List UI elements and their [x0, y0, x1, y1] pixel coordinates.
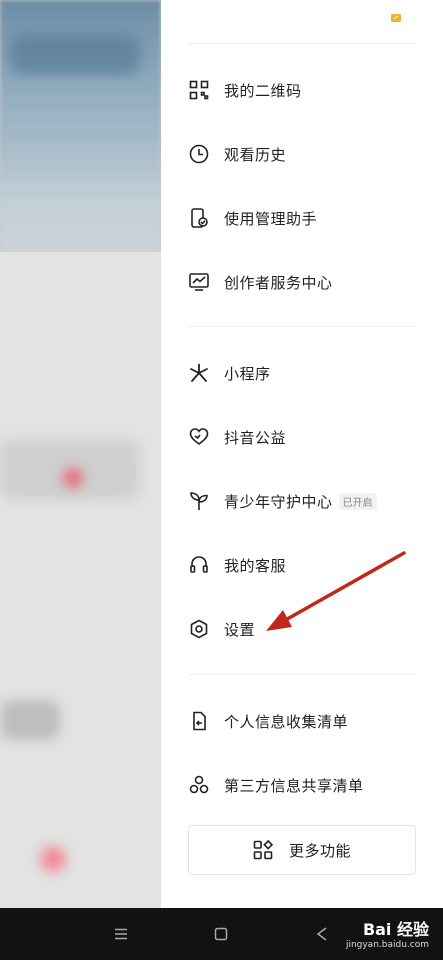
menu-item-customer-service[interactable]: 我的客服	[188, 545, 418, 585]
more-features-button[interactable]: 更多功能	[188, 825, 416, 875]
menu-item-label: 我的二维码	[224, 81, 302, 100]
menu-item-label: 小程序	[224, 364, 271, 383]
menu-item-usage-assistant[interactable]: 使用管理助手	[188, 198, 418, 238]
watermark-title: Bai 经验	[362, 920, 429, 939]
back-icon[interactable]	[310, 922, 334, 946]
menu-item-settings[interactable]: 设置	[188, 609, 418, 649]
grid-apps-icon	[253, 840, 273, 860]
menu-item-label: 创作者服务中心	[224, 273, 333, 292]
sprout-icon	[188, 490, 210, 512]
background-content	[0, 0, 161, 908]
menu-item-mini-program[interactable]: 小程序	[188, 353, 418, 393]
background-badge-blur	[63, 468, 83, 488]
menu-item-watch-history[interactable]: 观看历史	[188, 134, 418, 174]
divider	[188, 674, 416, 675]
background-blur-shape	[10, 35, 140, 75]
menu-item-label: 第三方信息共享清单	[224, 776, 364, 795]
menu-item-teen-guard[interactable]: 青少年守护中心 已开启	[188, 481, 418, 521]
menu-item-label: 个人信息收集清单	[224, 712, 349, 731]
side-drawer: 我的二维码 观看历史 使用管理助手 创作者服务中心 小程序 抖音公益 青少年守护…	[161, 0, 443, 908]
menu-item-label: 青少年守护中心	[224, 492, 333, 511]
phone-check-icon	[188, 207, 210, 229]
divider	[188, 326, 416, 327]
document-arrow-icon	[188, 710, 210, 732]
note-icon	[391, 14, 401, 22]
menu-icon[interactable]	[109, 922, 133, 946]
background-badge-blur	[40, 846, 66, 872]
qr-code-icon	[188, 79, 210, 101]
menu-item-label: 设置	[224, 620, 256, 639]
share-circles-icon	[188, 774, 210, 796]
menu-item-label: 使用管理助手	[224, 209, 318, 228]
background-blur-shape	[0, 700, 60, 740]
menu-item-personal-info-list[interactable]: 个人信息收集清单	[188, 701, 418, 741]
watermark-url: jingyan.baidu.com	[345, 940, 429, 950]
menu-item-label: 抖音公益	[224, 428, 287, 447]
menu-item-label: 观看历史	[224, 145, 287, 164]
more-features-label: 更多功能	[288, 841, 351, 860]
clock-icon	[188, 143, 210, 165]
menu-item-label: 我的客服	[224, 556, 287, 575]
headset-icon	[188, 554, 210, 576]
menu-item-qr-code[interactable]: 我的二维码	[188, 70, 418, 110]
menu-item-creator-center[interactable]: 创作者服务中心	[188, 262, 418, 302]
baidu-watermark: Bai 经验 jingyan.baidu.com	[346, 916, 429, 950]
monitor-chart-icon	[188, 271, 210, 293]
home-square-icon[interactable]	[209, 922, 233, 946]
divider	[188, 43, 416, 44]
mini-program-icon	[188, 362, 210, 384]
background-card-blur	[0, 252, 161, 908]
settings-hexagon-icon	[188, 618, 210, 640]
status-badge: 已开启	[338, 492, 377, 510]
heart-icon	[188, 426, 210, 448]
menu-item-charity[interactable]: 抖音公益	[188, 417, 418, 457]
menu-item-third-party-sharing[interactable]: 第三方信息共享清单	[188, 765, 418, 805]
